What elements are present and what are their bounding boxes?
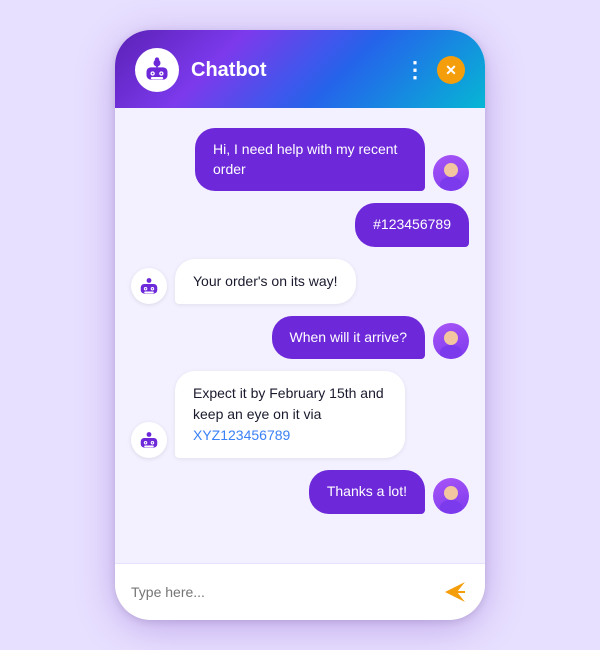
- bot-avatar: [131, 268, 167, 304]
- avatar: [433, 478, 469, 514]
- header-actions: ⋮ ✕: [404, 56, 465, 84]
- list-item: Expect it by February 15th and keep an e…: [131, 371, 469, 458]
- avatar: [433, 155, 469, 191]
- chat-input[interactable]: [131, 584, 431, 600]
- list-item: When will it arrive?: [131, 316, 469, 360]
- chat-messages: Hi, I need help with my recent order #12…: [115, 108, 485, 563]
- user-bubble: Hi, I need help with my recent order: [195, 128, 425, 191]
- bot-avatar: [131, 422, 167, 458]
- chat-input-area: [115, 563, 485, 620]
- chat-window: Chatbot ⋮ ✕ Hi, I need help with my rece…: [115, 30, 485, 620]
- user-bubble: #123456789: [355, 203, 469, 247]
- list-item: Hi, I need help with my recent order: [131, 128, 469, 191]
- list-item: Thanks a lot!: [131, 470, 469, 514]
- robot-icon: [143, 56, 171, 84]
- list-item: Your order's on its way!: [131, 259, 469, 304]
- user-avatar-face: [433, 155, 469, 191]
- user-avatar-face: [433, 478, 469, 514]
- more-options-button[interactable]: ⋮: [404, 59, 427, 81]
- user-avatar-face: [433, 323, 469, 359]
- bot-bubble-with-link: Expect it by February 15th and keep an e…: [175, 371, 405, 458]
- chatbot-title: Chatbot: [191, 59, 392, 82]
- send-button[interactable]: [441, 578, 469, 606]
- tracking-link[interactable]: XYZ123456789: [193, 427, 290, 443]
- bot-bubble: Your order's on its way!: [175, 259, 356, 304]
- chat-header: Chatbot ⋮ ✕: [115, 30, 485, 108]
- robot-small-icon: [138, 275, 160, 297]
- user-bubble: When will it arrive?: [272, 316, 425, 360]
- send-icon: [441, 578, 469, 606]
- bot-avatar-header: [135, 48, 179, 92]
- robot-small-icon-2: [138, 429, 160, 451]
- avatar: [433, 323, 469, 359]
- user-bubble: Thanks a lot!: [309, 470, 425, 514]
- close-button[interactable]: ✕: [437, 56, 465, 84]
- list-item: #123456789: [131, 203, 469, 247]
